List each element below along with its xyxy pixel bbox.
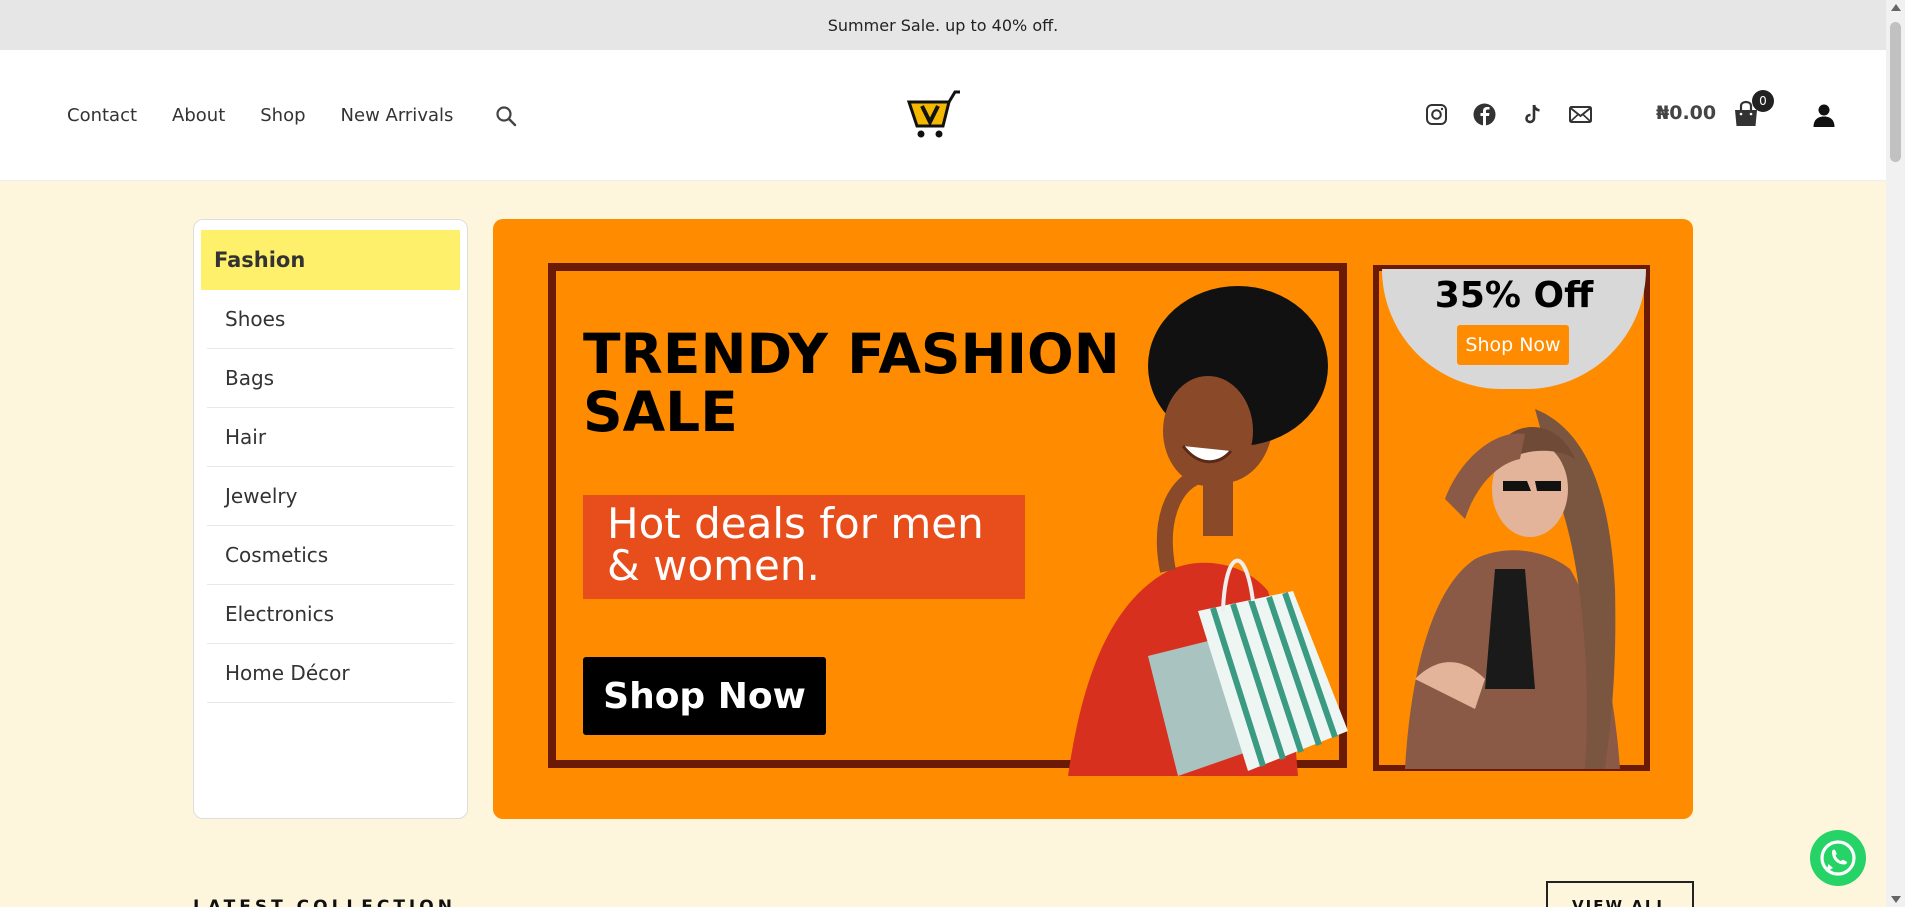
whatsapp-chat-button[interactable] (1810, 830, 1866, 886)
view-all-button[interactable]: VIEW ALL (1546, 881, 1694, 907)
side-shop-now-button[interactable]: Shop Now (1457, 325, 1569, 365)
model-in-coat-image (1405, 409, 1620, 769)
nav-shop[interactable]: Shop (260, 105, 305, 126)
category-fashion[interactable]: Fashion (201, 230, 460, 290)
category-home-decor[interactable]: Home Décor (207, 644, 454, 703)
scroll-thumb[interactable] (1890, 22, 1901, 162)
mail-icon[interactable] (1568, 102, 1593, 127)
main-nav: Contact About Shop New Arrivals (67, 50, 518, 181)
hero-banner[interactable]: TRENDY FASHION SALE Hot deals for men & … (493, 219, 1693, 819)
shop-now-button[interactable]: Shop Now (583, 657, 826, 735)
user-account-icon[interactable] (1811, 102, 1837, 128)
category-electronics[interactable]: Electronics (207, 585, 454, 644)
scroll-up-arrow[interactable] (1891, 4, 1901, 11)
section-title: LATEST COLLECTION (193, 897, 456, 907)
scroll-down-arrow[interactable] (1891, 896, 1901, 903)
nav-new-arrivals[interactable]: New Arrivals (341, 105, 454, 126)
site-header: Contact About Shop New Arrivals ₦0.00 0 (0, 50, 1886, 181)
discount-text: 35% Off (1434, 275, 1594, 316)
category-shoes[interactable]: Shoes (207, 290, 454, 349)
tiktok-icon[interactable] (1520, 102, 1545, 127)
announcement-text: Summer Sale. up to 40% off. (827, 15, 1059, 35)
social-links (1424, 102, 1593, 127)
cart-count-badge: 0 (1752, 90, 1774, 112)
model-with-shopping-bags-image (1068, 286, 1348, 776)
category-cosmetics[interactable]: Cosmetics (207, 526, 454, 585)
category-hair[interactable]: Hair (207, 408, 454, 467)
nav-contact[interactable]: Contact (67, 105, 137, 126)
whatsapp-icon (1820, 840, 1856, 876)
deal-box: Hot deals for men & women. (583, 495, 1025, 599)
search-icon[interactable] (494, 104, 518, 128)
announcement-bar: Summer Sale. up to 40% off. (0, 0, 1886, 50)
instagram-icon[interactable] (1424, 102, 1449, 127)
store-logo[interactable] (905, 88, 961, 142)
category-sidebar: Fashion Shoes Bags Hair Jewelry Cosmetic… (193, 219, 468, 819)
page-scrollbar[interactable] (1886, 0, 1905, 907)
nav-about[interactable]: About (172, 105, 225, 126)
facebook-icon[interactable] (1472, 102, 1497, 127)
category-jewelry[interactable]: Jewelry (207, 467, 454, 526)
category-bags[interactable]: Bags (207, 349, 454, 408)
cart-total[interactable]: ₦0.00 (1656, 102, 1716, 124)
